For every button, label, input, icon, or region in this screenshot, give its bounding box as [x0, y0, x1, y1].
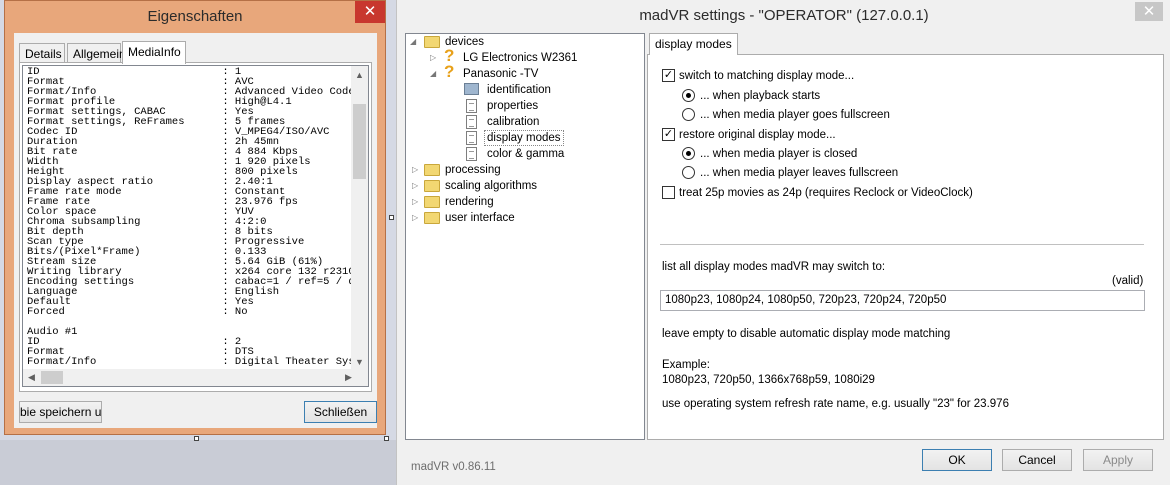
page-icon [466, 147, 477, 161]
scroll-right-icon[interactable]: ▶ [345, 372, 352, 382]
schliessen-button[interactable]: Schließen [304, 401, 377, 423]
treat-25p-checkbox[interactable] [662, 186, 675, 199]
folder-icon [424, 36, 440, 48]
tab-details[interactable]: Details [19, 43, 65, 63]
page-icon [466, 131, 477, 145]
treat-25p-label: treat 25p movies as 24p (requires Recloc… [679, 187, 973, 199]
question-icon: ? [444, 62, 455, 81]
leave-empty-note: leave empty to disable automatic display… [662, 328, 951, 340]
vertical-scroll-thumb[interactable] [353, 104, 366, 179]
folder-icon [424, 180, 440, 192]
madvr-settings-window: madVR settings - "OPERATOR" (127.0.0.1) … [396, 0, 1170, 485]
properties-dialog: Eigenschaften ✕ Details Allgemein MediaI… [4, 0, 386, 435]
collapse-icon[interactable]: ◢ [410, 34, 418, 50]
separator [660, 244, 1144, 245]
properties-title: Eigenschaften [147, 8, 243, 25]
mediainfo-text: ID : 1 Format : AVC Format/Info : Advanced… [27, 67, 352, 370]
resize-handle-bottom[interactable] [194, 436, 199, 441]
expand-icon[interactable]: ▷ [412, 210, 420, 226]
when-closed-label: ... when media player is closed [700, 148, 858, 160]
settings-tree[interactable]: ◢ devices ▷ ? LG Electronics W2361 ◢ ? P… [405, 33, 645, 440]
scroll-down-icon[interactable]: ▼ [355, 357, 364, 367]
restore-original-checkbox[interactable]: ✓ [662, 128, 675, 141]
monitor-icon [464, 83, 479, 95]
when-playback-label: ... when playback starts [700, 90, 821, 102]
madvr-title: madVR settings - "OPERATOR" (127.0.0.1) [397, 0, 1170, 32]
cancel-button[interactable]: Cancel [1002, 449, 1072, 471]
horizontal-scroll-thumb[interactable] [41, 371, 63, 384]
mediainfo-line: Format/Info : Digital Theater Syster [27, 356, 352, 368]
folder-icon [424, 212, 440, 224]
properties-client: Details Allgemein MediaInfo ID : 1 Format… [14, 33, 377, 428]
scroll-left-icon[interactable]: ◀ [28, 372, 35, 382]
tab-mediainfo[interactable]: MediaInfo [122, 41, 186, 64]
when-fullscreen-radio[interactable] [682, 108, 695, 121]
expand-icon[interactable]: ▷ [412, 194, 420, 210]
close-icon: ✕ [363, 3, 377, 20]
example-label: Example: [662, 359, 710, 371]
save-as-button[interactable]: bie speichern unt [19, 401, 102, 423]
page-icon [466, 99, 477, 113]
scroll-up-icon[interactable]: ▲ [355, 70, 364, 80]
mediainfo-textbox[interactable]: ID : 1 Format : AVC Format/Info : Advanced… [22, 65, 369, 387]
close-button[interactable]: ✕ [355, 1, 385, 23]
tab-display-modes[interactable]: display modes [649, 33, 738, 55]
switch-matching-checkbox[interactable]: ✓ [662, 69, 675, 82]
collapse-icon[interactable]: ◢ [430, 66, 438, 82]
resize-handle-corner[interactable] [384, 436, 389, 441]
madvr-close-button[interactable]: ✕ [1135, 2, 1163, 21]
close-icon: ✕ [1142, 3, 1156, 20]
resize-handle-right[interactable] [389, 215, 394, 220]
settings-area: display modes ✓ switch to matching displ… [647, 33, 1164, 440]
when-leaves-label: ... when media player leaves fullscreen [700, 167, 899, 179]
page-icon [466, 115, 477, 129]
os-refresh-note: use operating system refresh rate name, … [662, 398, 1009, 410]
folder-icon [424, 196, 440, 208]
display-modes-panel: ✓ switch to matching display mode... ...… [647, 54, 1164, 440]
when-closed-radio[interactable] [682, 147, 695, 160]
version-label: madVR v0.86.11 [411, 461, 496, 473]
when-leaves-radio[interactable] [682, 166, 695, 179]
valid-indicator: (valid) [1112, 275, 1144, 287]
folder-icon [424, 164, 440, 176]
expand-icon[interactable]: ▷ [412, 162, 420, 178]
vertical-scrollbar[interactable]: ▲ ▼ [351, 66, 368, 370]
when-playback-radio[interactable] [682, 89, 695, 102]
restore-original-label: restore original display mode... [679, 129, 836, 141]
switch-matching-label: switch to matching display mode... [679, 70, 855, 82]
display-modes-input[interactable]: 1080p23, 1080p24, 1080p50, 720p23, 720p2… [660, 290, 1145, 311]
ok-button[interactable]: OK [922, 449, 992, 471]
when-fullscreen-label: ... when media player goes fullscreen [700, 109, 890, 121]
mediainfo-line: Forced : No [27, 306, 248, 318]
mediainfo-panel: ID : 1 Format : AVC Format/Info : Advanced… [19, 62, 372, 392]
tab-allgemein[interactable]: Allgemein [67, 43, 126, 63]
list-modes-label: list all display modes madVR may switch … [662, 261, 886, 273]
horizontal-scrollbar[interactable]: ◀ ▶ [23, 369, 368, 386]
desktop-background [0, 440, 400, 485]
apply-button[interactable]: Apply [1083, 449, 1153, 471]
expand-icon[interactable]: ▷ [412, 178, 420, 194]
expand-icon[interactable]: ▷ [430, 50, 438, 66]
example-value: 1080p23, 720p50, 1366x768p59, 1080i29 [662, 374, 875, 386]
